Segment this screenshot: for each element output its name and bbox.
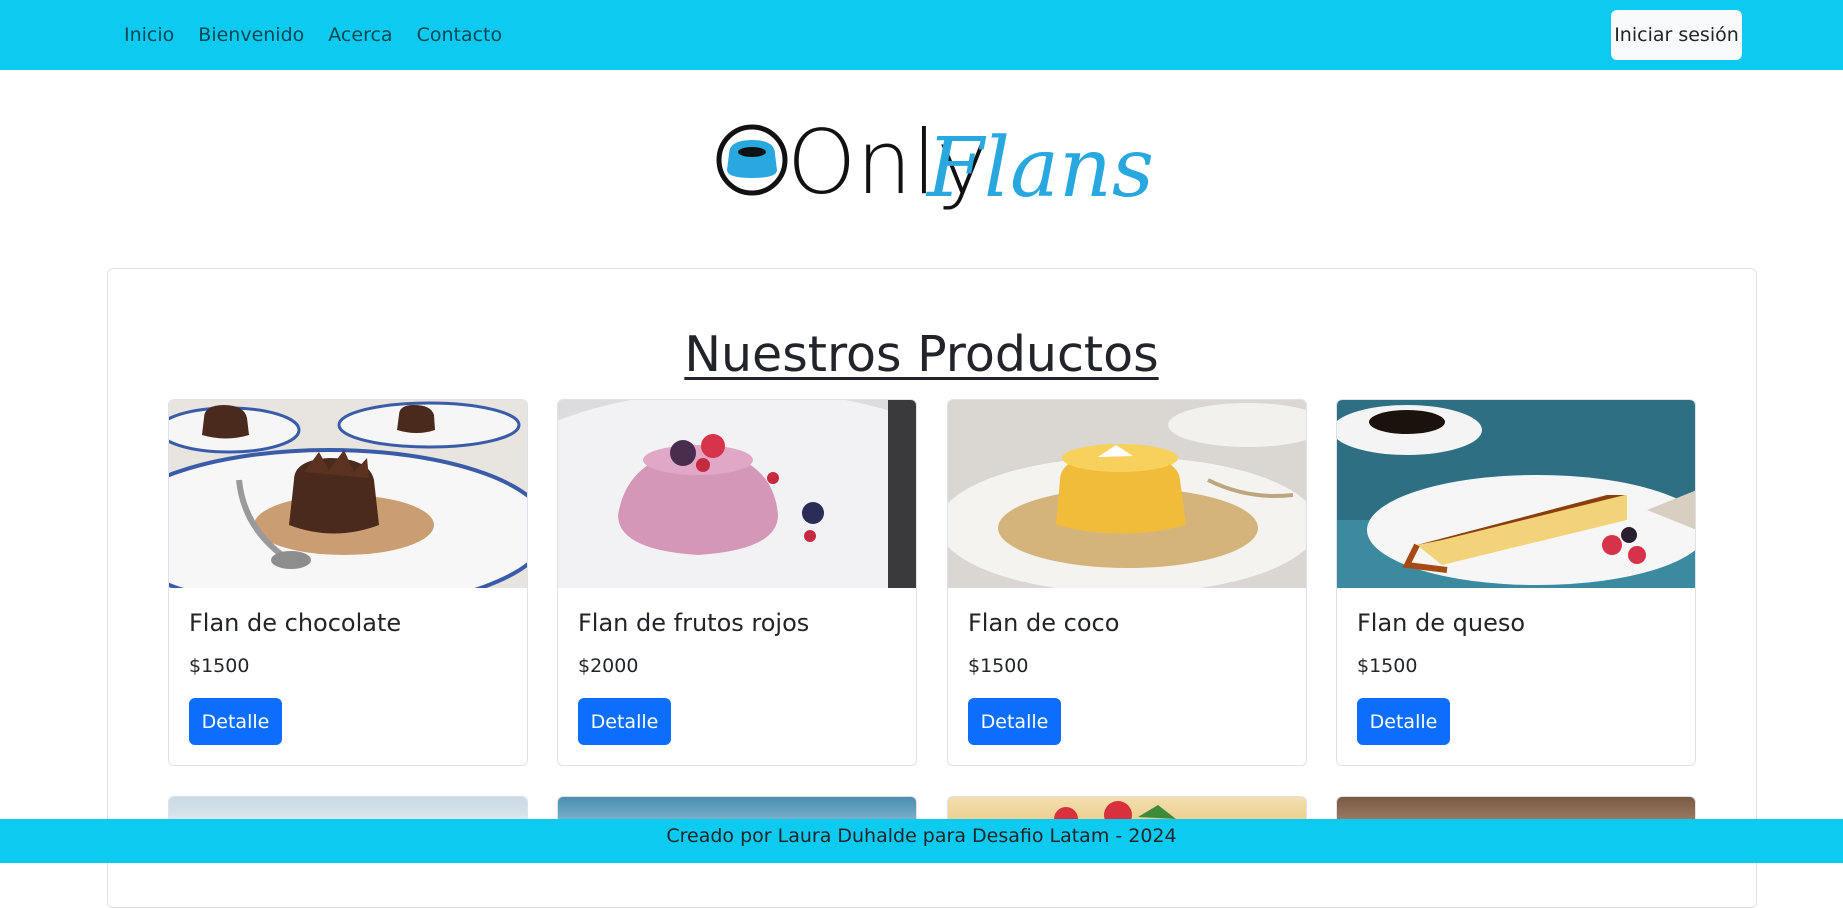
berry-flan-image	[558, 400, 916, 588]
products-section-title: Nuestros Productos	[684, 326, 1159, 383]
logo-text-flans: Flans	[925, 121, 1151, 216]
nav-link-bienvenido[interactable]: Bienvenido	[196, 24, 306, 46]
product-card-chocolate: Flan de chocolate $1500 Detalle	[168, 399, 528, 766]
footer-text: Creado por Laura Duhalde para Desafio La…	[666, 825, 1177, 847]
footer: Creado por Laura Duhalde para Desafio La…	[0, 819, 1843, 863]
product-name: Flan de chocolate	[189, 609, 402, 637]
nav-link-acerca[interactable]: Acerca	[326, 24, 394, 46]
product-card-coco: Flan de coco $1500 Detalle	[947, 399, 1307, 766]
product-name: Flan de queso	[1357, 609, 1526, 637]
logo-graphic: Only Flans	[716, 111, 1154, 216]
detail-button-coco[interactable]: Detalle	[968, 698, 1061, 745]
detail-button-berries[interactable]: Detalle	[578, 698, 671, 745]
detail-button-chocolate[interactable]: Detalle	[189, 698, 282, 745]
nav-link-inicio[interactable]: Inicio	[122, 24, 176, 46]
product-price: $1500	[968, 655, 1029, 677]
coconut-flan-image	[948, 400, 1306, 588]
product-card-queso: Flan de queso $1500 Detalle	[1336, 399, 1696, 766]
product-price: $1500	[1357, 655, 1418, 677]
product-price: $1500	[189, 655, 250, 677]
cheese-flan-image	[1337, 400, 1695, 588]
navbar: Inicio Bienvenido Acerca Contacto Inicia…	[0, 0, 1843, 70]
product-card-berries: Flan de frutos rojos $2000 Detalle	[557, 399, 917, 766]
chocolate-flan-image	[169, 400, 527, 588]
login-button[interactable]: Iniciar sesión	[1611, 10, 1742, 60]
nav-links: Inicio Bienvenido Acerca Contacto	[122, 0, 504, 70]
product-name: Flan de coco	[968, 609, 1120, 637]
nav-link-contacto[interactable]: Contacto	[415, 24, 505, 46]
product-name: Flan de frutos rojos	[578, 609, 810, 637]
onlyflans-logo: Only Flans	[715, 110, 1154, 220]
detail-button-queso[interactable]: Detalle	[1357, 698, 1450, 745]
product-price: $2000	[578, 655, 639, 677]
